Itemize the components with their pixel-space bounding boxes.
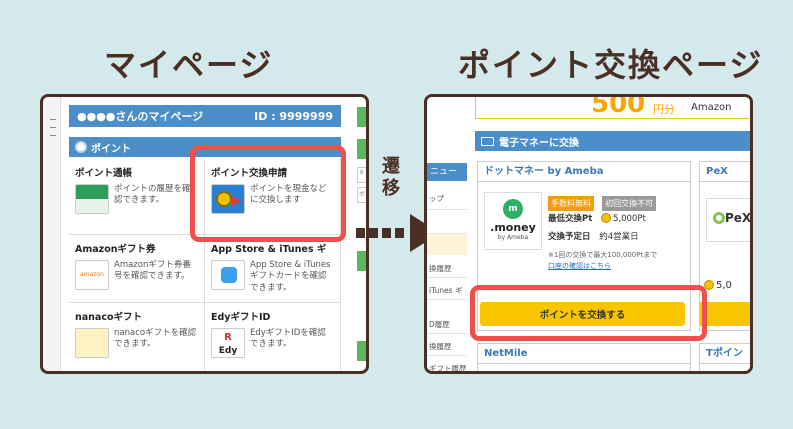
menu-cell-edy-gift[interactable]: EdyギフトID R Edy EdyギフトIDを確認できます。 (205, 303, 341, 371)
right-sidebar: ニュー ップ 換履歴 iTunes ギ D履歴 換履歴 ギフト履歴 (427, 97, 467, 371)
sidebar-menu-header: ニュー (427, 163, 467, 181)
coins-icon (75, 141, 87, 153)
first-exchange-badge: 初回交換不可 (602, 196, 657, 211)
pex-logo-text: PeX (725, 211, 752, 225)
banner-amount: 500 (591, 94, 646, 119)
cell-desc: App Store & iTunesギフトカードを確認できます。 (250, 260, 331, 293)
nanaco-card-icon (75, 328, 109, 358)
sidebar-item[interactable]: iTunes ギ (429, 285, 462, 296)
dotmoney-logo-sub: by Ameba (497, 234, 529, 241)
cell-title: Amazonギフト券 (75, 244, 156, 255)
cell-title: ポイント通帳 (75, 168, 133, 179)
e-money-section-label: 電子マネーに交換 (499, 137, 579, 149)
pex-card-title: PeX (700, 162, 750, 182)
point-section-label: ポイント (91, 143, 131, 155)
sidebar-item[interactable]: 換履歴 (429, 341, 452, 352)
fee-free-badge: 手数料無料 (548, 196, 594, 211)
sidebar-item[interactable]: ギフト履歴 (429, 363, 467, 371)
menu-cell-itunes-gift[interactable]: App Store & iTunes ギ App Store & iTunesギ… (205, 235, 341, 303)
netmile-card: NetMile (477, 343, 691, 371)
tpoint-card: Tポイン (699, 343, 750, 371)
mypage-header: ●●●●さんのマイページ ID : 9999999 (69, 105, 341, 127)
pex-exchange-button[interactable] (700, 302, 750, 326)
point-coin-icon (601, 213, 611, 223)
sidebar-item[interactable]: D履歴 (429, 319, 450, 330)
max-note: ※1回の交換で最大100,000Ptまで (548, 251, 658, 259)
amazon-banner[interactable]: 500 円分 Amazon (475, 94, 750, 119)
tpoint-card-title: Tポイン (700, 344, 750, 364)
sidebar-item[interactable]: ップ (429, 193, 444, 204)
passbook-icon (75, 184, 109, 214)
transition-char: 移 (382, 178, 400, 199)
menu-cell-amazon-gift[interactable]: Amazonギフト券 amazon Amazonギフト券番号を確認できます。 (69, 235, 205, 303)
netmile-card-title: NetMile (478, 344, 690, 364)
amazon-card-icon: amazon (75, 260, 109, 290)
dotmoney-logo: m .money by Ameba (484, 192, 542, 250)
cell-title: App Store & iTunes ギ (211, 244, 327, 255)
exchange-highlight-box (190, 145, 346, 242)
banner-unit: 円分 (653, 103, 675, 116)
right-caption-title: ポイント交換ページ (458, 46, 764, 84)
cell-desc: EdyギフトIDを確認できます。 (250, 328, 326, 350)
dotmoney-logo-text: .money (490, 221, 536, 234)
menu-cell-nanaco-gift[interactable]: nanacoギフト nanacoギフトを確認できます。 (69, 303, 205, 371)
side-mark: ボ (357, 187, 366, 203)
min-exchange-label: 最低交換Pt (548, 214, 593, 224)
e-money-section-header: 電子マネーに交換 (475, 131, 750, 151)
banner-brand: Amazon (691, 102, 732, 113)
transition-label: 遷 移 (378, 156, 404, 200)
pex-logo: PeX (706, 198, 752, 242)
account-check-link[interactable]: 口座の確認はこちら (548, 261, 611, 271)
cell-title: nanacoギフト (75, 312, 143, 323)
pex-card: PeX PeX 5,0 (699, 161, 752, 331)
user-id: ID : 9999999 (254, 109, 333, 123)
schedule-label: 交換予定日 (548, 232, 591, 242)
schedule-value: 約4営業日 (599, 232, 639, 242)
left-sidebar (43, 97, 61, 371)
min-exchange-value: 5,000Pt (613, 214, 646, 224)
cell-desc: nanacoギフトを確認できます。 (114, 328, 197, 350)
card-icon (481, 136, 494, 146)
sidebar-item[interactable]: 換履歴 (429, 263, 452, 274)
cell-title: EdyギフトID (211, 312, 271, 323)
dotmoney-card-title: ドットマネー by Ameba (478, 162, 690, 182)
transition-char: 遷 (382, 156, 400, 177)
cell-desc: Amazonギフト券番号を確認できます。 (114, 260, 191, 282)
edy-logo-icon: R Edy (211, 328, 245, 358)
menu-cell-point-book[interactable]: ポイント通帳 ポイントの履歴を確認できます。 (69, 159, 205, 235)
pex-amount: 5,0 (716, 280, 732, 291)
cell-desc: ポイントの履歴を確認できます。 (114, 184, 191, 206)
user-mypage-title: ●●●●さんのマイページ (77, 110, 204, 123)
apple-card-icon (211, 260, 245, 290)
side-mark: ※ (357, 167, 366, 183)
button-highlight-box (470, 285, 707, 341)
left-caption-title: マイページ (104, 46, 274, 84)
